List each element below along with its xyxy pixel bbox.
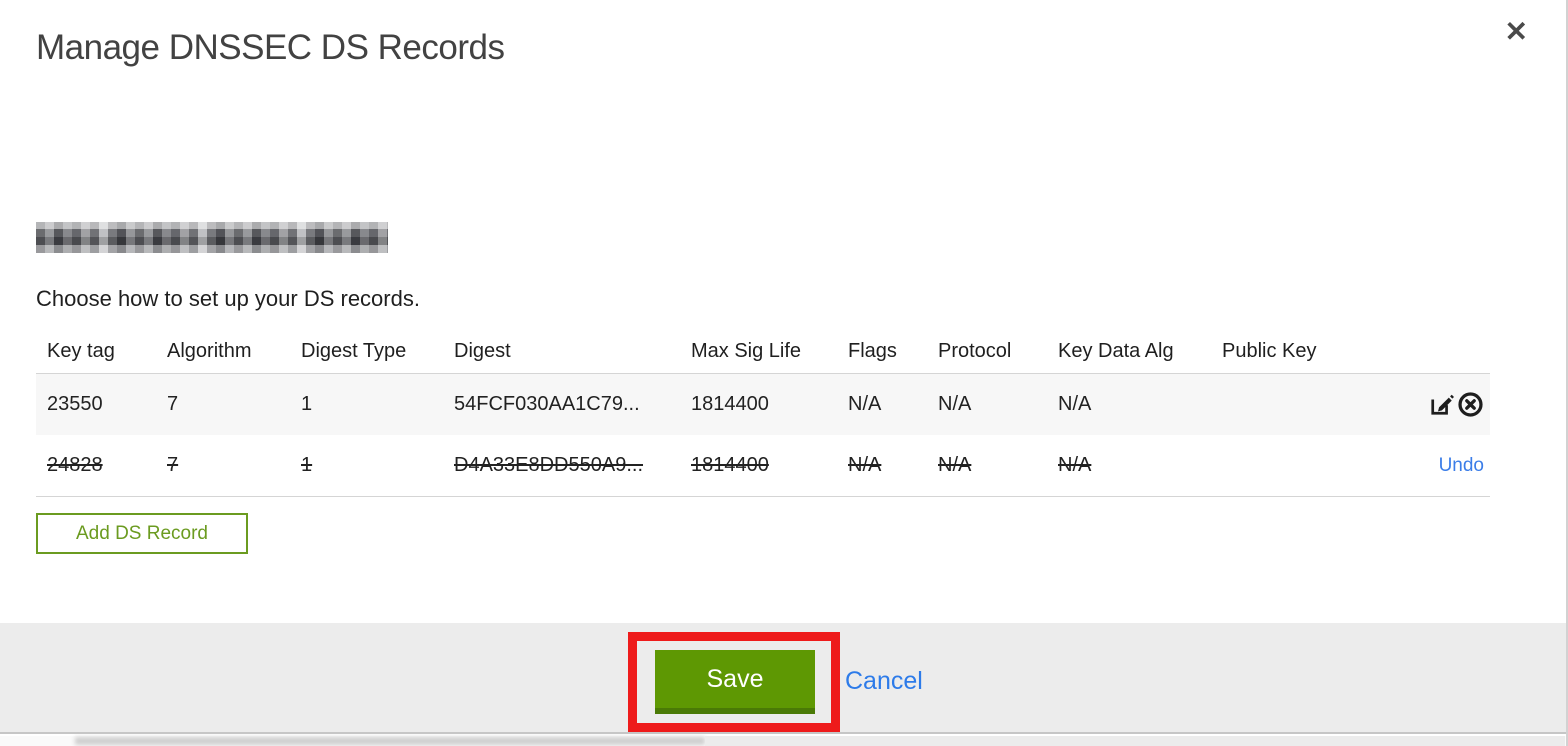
cell-algorithm: 7	[167, 393, 179, 415]
manage-dnssec-modal: Manage DNSSEC DS Records ✕ Choose how to…	[0, 0, 1568, 746]
cell-algorithm: 7	[167, 454, 179, 476]
cell-flags: N/A	[848, 393, 882, 415]
save-button[interactable]: Save	[655, 650, 815, 714]
ds-records-table: Key tag Algorithm Digest Type Digest Max…	[36, 330, 1490, 497]
col-protocol: Protocol	[938, 340, 1012, 362]
cell-key-tag: 24828	[47, 454, 103, 476]
cell-max-sig-life: 1814400	[691, 454, 769, 476]
col-algorithm: Algorithm	[167, 340, 252, 362]
domain-name-redacted	[36, 222, 388, 253]
edit-record-icon[interactable]	[1428, 391, 1455, 418]
close-icon[interactable]: ✕	[1505, 18, 1528, 46]
cell-key-data-alg: N/A	[1058, 454, 1092, 476]
blurred-page-content	[705, 736, 1565, 746]
col-key-data-alg: Key Data Alg	[1058, 340, 1174, 362]
cancel-link[interactable]: Cancel	[845, 667, 923, 696]
cell-digest: D4A33E8DD550A9...	[454, 454, 644, 476]
col-key-tag: Key tag	[47, 340, 115, 362]
instruction-text: Choose how to set up your DS records.	[36, 286, 420, 311]
col-public-key: Public Key	[1222, 340, 1317, 362]
cell-key-data-alg: N/A	[1058, 393, 1092, 415]
cell-digest-type: 1	[301, 454, 313, 476]
table-row: 24828 7 1 D4A33E8DD550A9... 1814400 N/A …	[36, 435, 1490, 497]
delete-record-icon[interactable]	[1457, 391, 1484, 418]
table-row: 23550 7 1 54FCF030AA1C79... 1814400 N/A …	[36, 373, 1490, 435]
cell-key-tag: 23550	[47, 393, 103, 415]
table-header-row: Key tag Algorithm Digest Type Digest Max…	[36, 330, 1490, 373]
cell-protocol: N/A	[938, 454, 972, 476]
modal-footer: Save Cancel	[0, 623, 1566, 734]
add-ds-record-button[interactable]: Add DS Record	[36, 513, 248, 554]
page-behind-modal	[0, 736, 1566, 746]
cell-digest-type: 1	[301, 393, 313, 415]
col-max-sig-life: Max Sig Life	[691, 340, 802, 362]
col-digest: Digest	[454, 340, 511, 362]
undo-link[interactable]: Undo	[1439, 455, 1484, 477]
col-digest-type: Digest Type	[301, 340, 407, 362]
cell-digest: 54FCF030AA1C79...	[454, 393, 640, 415]
blurred-page-content	[75, 737, 705, 745]
cell-flags: N/A	[848, 454, 882, 476]
cell-protocol: N/A	[938, 393, 972, 415]
page-title: Manage DNSSEC DS Records	[36, 28, 505, 67]
cell-max-sig-life: 1814400	[691, 393, 769, 415]
col-flags: Flags	[848, 340, 897, 362]
